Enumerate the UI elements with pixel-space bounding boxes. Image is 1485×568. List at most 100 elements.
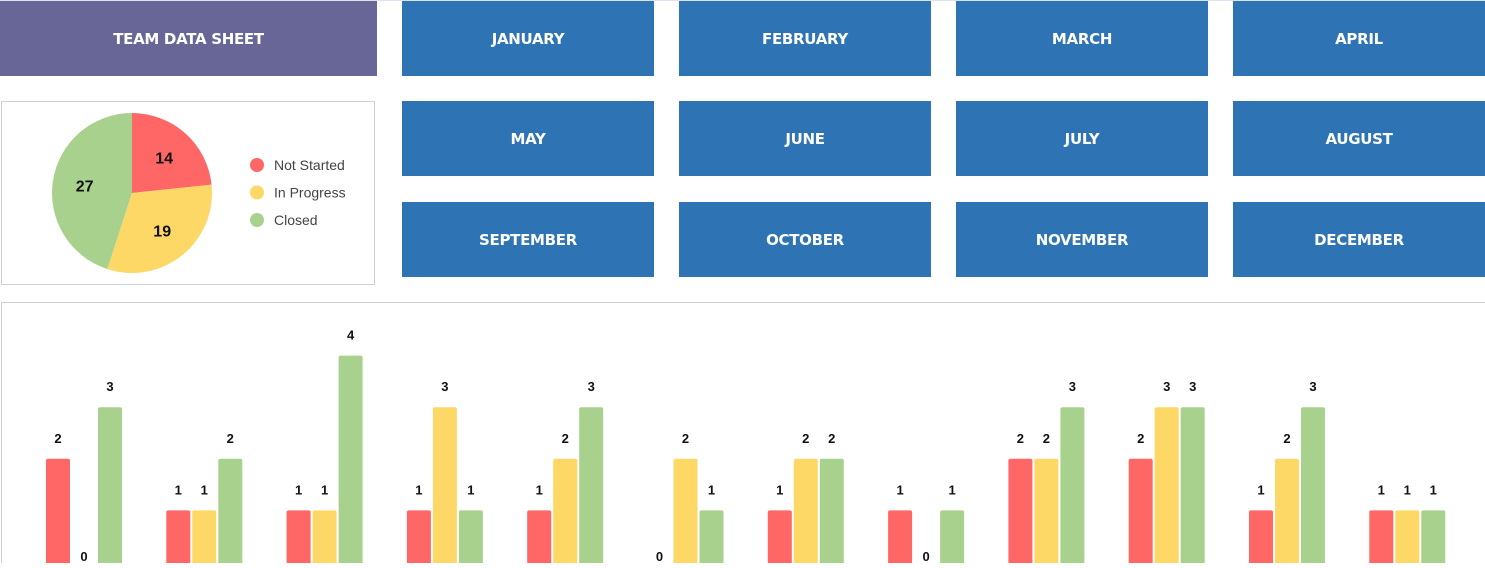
bar-group-november: 1 2 3 (1249, 379, 1325, 568)
bar-not-started (767, 510, 792, 568)
status-pie-chart: 14 19 27 Not Started In Progress Closed (52, 113, 346, 273)
bar-closed (1301, 407, 1325, 568)
bar-group-march: 1 1 4 (286, 328, 363, 568)
bar-value-label: 1 (1378, 482, 1385, 497)
month-button-september[interactable]: SEPTEMBER (402, 202, 654, 277)
bar-value-label: 3 (1163, 379, 1170, 394)
bar-value-label: 3 (1309, 379, 1316, 394)
bar-value-label: 1 (1404, 482, 1411, 497)
bar-group-october: 2 3 3 (1128, 379, 1205, 568)
month-button-label: MARCH (1051, 29, 1113, 48)
bar-value-label: 1 (295, 482, 302, 497)
bar-value-label: 1 (948, 482, 955, 497)
bar-value-label: 1 (175, 482, 182, 497)
bar-closed (458, 510, 483, 568)
bar-value-label: 0 (656, 549, 663, 563)
bar-group-april: 1 3 1 (406, 379, 483, 568)
bar-in-progress (1154, 407, 1179, 568)
month-button-june[interactable]: JUNE (679, 101, 931, 176)
month-button-label: MAY (510, 129, 546, 148)
legend-swatch-in-progress (250, 185, 264, 200)
bar-value-label: 1 (201, 482, 208, 497)
month-button-july[interactable]: JULY (956, 101, 1208, 176)
bar-value-label: 2 (1043, 431, 1050, 446)
month-button-label: APRIL (1335, 29, 1383, 48)
legend-label: Not Started (274, 157, 345, 173)
bar-value-label: 1 (536, 482, 543, 497)
legend-swatch-closed (250, 213, 264, 227)
month-button-april[interactable]: APRIL (1233, 1, 1485, 76)
bar-not-started (527, 510, 552, 568)
month-button-label: JUNE (785, 129, 825, 148)
bar-group-august: 1 0 1 (888, 482, 965, 568)
bar-value-label: 2 (1017, 431, 1024, 446)
bar-not-started (1369, 510, 1394, 568)
bar-value-label: 1 (1430, 482, 1437, 497)
status-pie-panel: 14 19 27 Not Started In Progress Closed (1, 101, 375, 285)
legend-label: In Progress (274, 185, 346, 201)
pie-slice-label: 14 (155, 150, 173, 167)
month-button-label: FEBRUARY (762, 29, 848, 48)
month-button-march[interactable]: MARCH (956, 1, 1208, 76)
month-button-label: JULY (1064, 129, 1100, 148)
bar-closed (98, 407, 122, 568)
pie-slice-label: 27 (76, 178, 94, 195)
bar-value-label: 2 (562, 431, 569, 446)
bar-closed (338, 355, 363, 568)
bar-closed (819, 458, 844, 568)
month-button-label: JANUARY (491, 29, 565, 48)
bar-closed (699, 510, 724, 568)
bar-value-label: 1 (776, 482, 783, 497)
bar-value-label: 2 (1283, 431, 1290, 446)
month-button-august[interactable]: AUGUST (1233, 101, 1485, 176)
monthly-bar-panel: 2 0 3 1 1 2 1 1 4 1 3 1 1 2 3 0 2 1 1 2 2 1 0 1 2 2 3 2 3 3 1 2 3 1 1 1 (1, 302, 1485, 568)
bar-value-label: 0 (922, 549, 929, 563)
bar-closed (579, 407, 604, 568)
bar-value-label: 1 (896, 482, 903, 497)
pie-slice-label: 19 (153, 223, 171, 240)
bar-in-progress (1275, 458, 1299, 568)
bar-group-september: 2 2 3 (1008, 379, 1085, 568)
month-button-label: DECEMBER (1314, 230, 1404, 249)
bar-closed (1421, 510, 1446, 568)
month-button-label: OCTOBER (766, 230, 844, 249)
bar-closed (1180, 407, 1205, 568)
bar-not-started (1008, 458, 1033, 568)
bar-value-label: 3 (588, 379, 595, 394)
month-button-label: SEPTEMBER (479, 230, 577, 249)
bar-value-label: 1 (467, 482, 474, 497)
bar-in-progress (1034, 458, 1059, 568)
bar-closed (1060, 407, 1085, 568)
bar-group-january: 2 0 3 (46, 379, 122, 568)
bar-value-label: 0 (80, 549, 87, 563)
bar-in-progress (432, 407, 457, 568)
bar-group-february: 1 1 2 (166, 431, 243, 568)
bar-group-july: 1 2 2 (767, 431, 844, 568)
team-data-sheet-title: TEAM DATA SHEET (0, 1, 377, 76)
bar-not-started (286, 510, 311, 568)
bar-not-started (1128, 458, 1153, 568)
bar-value-label: 4 (347, 328, 355, 343)
bar-closed (218, 458, 243, 568)
month-button-november[interactable]: NOVEMBER (956, 202, 1208, 277)
bar-value-label: 1 (321, 482, 328, 497)
bar-in-progress (312, 510, 337, 568)
bar-value-label: 1 (415, 482, 422, 497)
month-button-october[interactable]: OCTOBER (679, 202, 931, 277)
bar-not-started (406, 510, 431, 568)
bar-not-started (46, 458, 70, 568)
bar-group-december: 1 1 1 (1369, 482, 1446, 568)
bar-not-started (888, 510, 913, 568)
bar-value-label: 3 (441, 379, 448, 394)
bar-value-label: 2 (828, 431, 835, 446)
monthly-bar-chart: 2 0 3 1 1 2 1 1 4 1 3 1 1 2 3 0 2 1 1 2 2 1 0 1 2 2 3 2 3 3 1 2 3 1 1 1 (46, 328, 1446, 568)
month-button-february[interactable]: FEBRUARY (679, 1, 931, 76)
month-button-may[interactable]: MAY (402, 101, 654, 176)
bar-value-label: 1 (708, 482, 715, 497)
bar-group-june: 0 2 1 (656, 431, 724, 568)
month-button-january[interactable]: JANUARY (402, 1, 654, 76)
bar-group-may: 1 2 3 (527, 379, 604, 568)
month-button-december[interactable]: DECEMBER (1233, 202, 1485, 277)
bar-value-label: 2 (1137, 431, 1144, 446)
bar-closed (940, 510, 965, 568)
